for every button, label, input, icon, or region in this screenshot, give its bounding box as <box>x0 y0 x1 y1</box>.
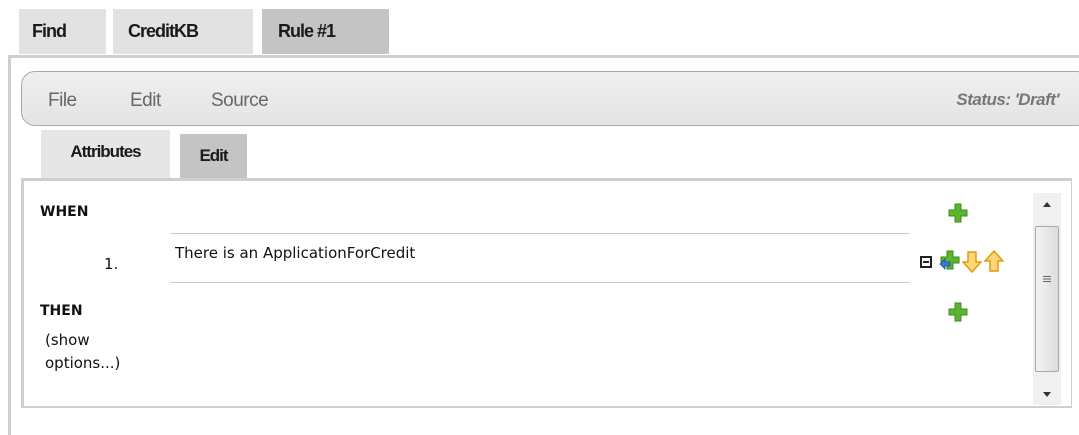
tab-edit[interactable]: Edit <box>180 134 247 178</box>
tab-creditkb[interactable]: CreditKB <box>113 9 253 54</box>
when-label: WHEN <box>40 204 89 220</box>
tab-attributes[interactable]: Attributes <box>41 130 170 178</box>
tab-creditkb-label: CreditKB <box>128 21 199 41</box>
menu-edit[interactable]: Edit <box>130 90 161 112</box>
condition-text[interactable]: There is an ApplicationForCredit <box>175 244 415 262</box>
tab-find-label: Find <box>32 21 67 41</box>
add-action-plus-icon[interactable] <box>948 302 968 322</box>
menu-bar <box>21 71 1079 126</box>
then-label: THEN <box>40 303 83 319</box>
condition-top-divider <box>170 233 910 234</box>
tab-rule-1-label: Rule #1 <box>278 21 336 41</box>
scroll-grip-icon <box>1043 276 1051 282</box>
condition-number: 1. <box>104 255 119 273</box>
menu-file[interactable]: File <box>48 90 77 112</box>
condition-bottom-divider <box>170 282 910 283</box>
insert-plus-arrow-icon[interactable] <box>938 250 962 274</box>
show-options-link-line2[interactable]: options...) <box>45 354 120 372</box>
tab-edit-label: Edit <box>199 146 228 165</box>
arrow-down-icon[interactable] <box>962 250 982 274</box>
tab-find[interactable]: Find <box>19 9 106 54</box>
scrollbar-thumb[interactable] <box>1035 226 1059 372</box>
tab-attributes-label: Attributes <box>70 142 141 161</box>
arrow-up-icon[interactable] <box>984 249 1004 273</box>
show-options-link[interactable]: (show <box>45 331 90 349</box>
rule-edit-panel <box>21 178 1072 408</box>
menu-source[interactable]: Source <box>211 90 269 112</box>
scroll-down-arrow-icon[interactable] <box>1041 389 1053 399</box>
status-label: Status: 'Draft' <box>956 90 1059 109</box>
scroll-up-arrow-icon[interactable] <box>1041 200 1053 210</box>
remove-square-icon[interactable] <box>920 256 932 268</box>
tab-rule-1[interactable]: Rule #1 <box>262 9 389 54</box>
add-condition-plus-icon[interactable] <box>948 203 968 223</box>
